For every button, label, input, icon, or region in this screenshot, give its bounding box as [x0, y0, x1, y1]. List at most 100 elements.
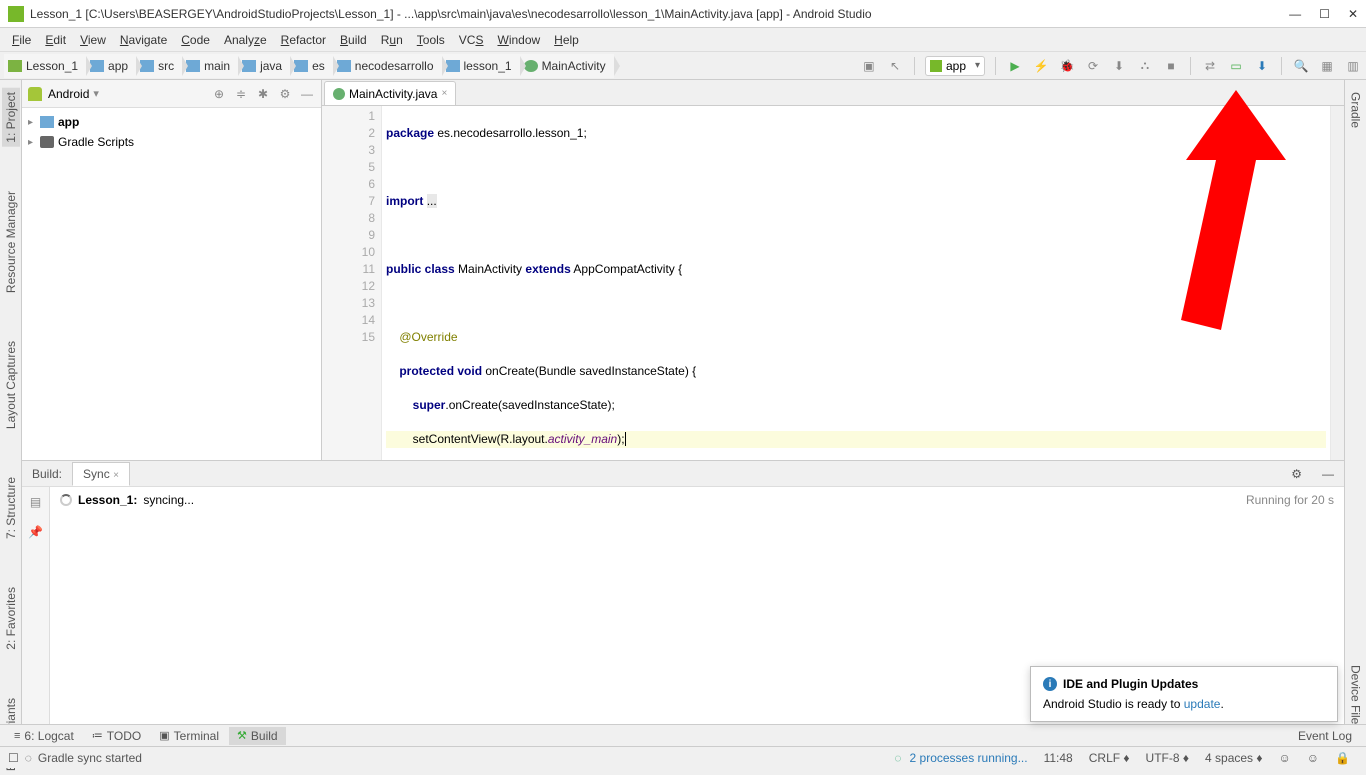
pin-icon[interactable]: 📌: [28, 525, 43, 539]
menu-analyze[interactable]: Analyze: [218, 31, 273, 49]
project-structure-icon[interactable]: ▥: [1344, 57, 1362, 75]
menu-help[interactable]: Help: [548, 31, 585, 49]
window-title: Lesson_1 [C:\Users\BEASERGEY\AndroidStud…: [30, 7, 1289, 21]
build-tab-sync[interactable]: Sync ×: [72, 462, 130, 486]
lock-icon[interactable]: 🔒: [1335, 751, 1350, 765]
close-tab-icon[interactable]: ×: [441, 88, 447, 99]
crumb-label: es: [312, 59, 325, 73]
editor-tab[interactable]: MainActivity.java ×: [324, 81, 456, 105]
tree-label: app: [58, 115, 79, 129]
coverage-icon[interactable]: ⛬: [1136, 57, 1154, 75]
hide-panel-icon[interactable]: —: [1312, 463, 1344, 485]
run-button[interactable]: ▶: [1006, 57, 1024, 75]
crumb-java[interactable]: java: [238, 54, 290, 78]
tab-layout-captures[interactable]: Layout Captures: [2, 337, 20, 433]
tab-project[interactable]: 1: Project: [2, 88, 20, 147]
tab-build[interactable]: ⚒Build: [229, 727, 286, 745]
menu-view[interactable]: View: [74, 31, 112, 49]
bottom-toolbar: ≡6: Logcat ≔TODO ▣Terminal ⚒Build Event …: [0, 724, 1366, 746]
gear-icon[interactable]: ⚙: [277, 86, 293, 102]
attach-debugger-icon[interactable]: ⬇: [1110, 57, 1128, 75]
tab-resource-manager[interactable]: Resource Manager: [2, 187, 20, 297]
crumb-label: main: [204, 59, 230, 73]
crumb-main[interactable]: main: [182, 54, 238, 78]
menu-run[interactable]: Run: [375, 31, 409, 49]
expand-icon[interactable]: ≑: [233, 86, 249, 102]
menu-window[interactable]: Window: [491, 31, 546, 49]
tab-favorites[interactable]: 2: Favorites: [2, 583, 20, 654]
sync-line[interactable]: Lesson_1: syncing...: [60, 493, 1334, 507]
tab-event-log[interactable]: Event Log: [1290, 727, 1360, 745]
stop-button[interactable]: ■: [1162, 57, 1180, 75]
tab-terminal[interactable]: ▣Terminal: [151, 727, 227, 745]
build-tab-label: Build:: [22, 463, 72, 485]
menu-vcs[interactable]: VCS: [453, 31, 490, 49]
tree-item-gradle[interactable]: ▸Gradle Scripts: [28, 132, 315, 152]
sdk-manager-icon[interactable]: ⬇: [1253, 57, 1271, 75]
sync-gradle-icon[interactable]: ⇄: [1201, 57, 1219, 75]
build-panel-tabs: Build: Sync × ⚙ —: [22, 461, 1344, 487]
minimize-button[interactable]: —: [1289, 7, 1301, 21]
crumb-pkg[interactable]: necodesarrollo: [333, 54, 442, 78]
gear-icon[interactable]: ⚙: [1281, 463, 1312, 485]
build-status: syncing...: [143, 493, 194, 507]
menu-build[interactable]: Build: [334, 31, 373, 49]
crumb-label: src: [158, 59, 174, 73]
tab-todo[interactable]: ≔TODO: [84, 727, 149, 745]
profile-icon[interactable]: ⟳: [1084, 57, 1102, 75]
crumb-src[interactable]: src: [136, 54, 182, 78]
caret-position[interactable]: 11:48: [1044, 751, 1073, 765]
runconfig-label: app: [946, 59, 966, 73]
menu-tools[interactable]: Tools: [411, 31, 451, 49]
layout-icon[interactable]: ▤: [30, 495, 41, 509]
processes-link[interactable]: 2 processes running...: [910, 751, 1028, 765]
scroll-target-icon[interactable]: ⊕: [211, 86, 227, 102]
search-icon[interactable]: 🔍: [1292, 57, 1310, 75]
menu-edit[interactable]: Edit: [39, 31, 72, 49]
apply-changes-icon[interactable]: ⚡: [1032, 57, 1050, 75]
project-view-selector[interactable]: Android: [48, 87, 89, 101]
spinner-icon: ◌: [894, 751, 901, 765]
indent[interactable]: 4 spaces ♦: [1205, 751, 1263, 765]
collapse-icon[interactable]: ✱: [255, 86, 271, 102]
running-time: Running for 20 s: [1246, 493, 1334, 507]
run-configuration[interactable]: app: [925, 56, 985, 76]
line-separator[interactable]: CRLF ♦: [1089, 751, 1130, 765]
settings-icon[interactable]: ▦: [1318, 57, 1336, 75]
crumb-label: Lesson_1: [26, 59, 78, 73]
encoding[interactable]: UTF-8 ♦: [1146, 751, 1189, 765]
editor-tabs: MainActivity.java ×: [322, 80, 1344, 106]
update-popup[interactable]: iIDE and Plugin Updates Android Studio i…: [1030, 666, 1338, 722]
menu-refactor[interactable]: Refactor: [275, 31, 332, 49]
crumb-file[interactable]: MainActivity: [520, 54, 614, 78]
memory-icon[interactable]: ☺: [1307, 751, 1319, 765]
maximize-button[interactable]: ☐: [1319, 7, 1330, 21]
menu-navigate[interactable]: Navigate: [114, 31, 173, 49]
crumb-root[interactable]: Lesson_1: [4, 54, 86, 78]
close-button[interactable]: ✕: [1348, 7, 1358, 21]
crumb-es[interactable]: es: [290, 54, 333, 78]
avd-manager-icon[interactable]: ▭: [1227, 57, 1245, 75]
menu-file[interactable]: File: [6, 31, 37, 49]
sync-icon[interactable]: ↖: [886, 57, 904, 75]
status-indicator-icon[interactable]: ☐: [8, 751, 19, 765]
tree-label: Gradle Scripts: [58, 135, 134, 149]
java-file-icon: [333, 88, 345, 100]
tab-logcat[interactable]: ≡6: Logcat: [6, 727, 82, 745]
menubar: File Edit View Navigate Code Analyze Ref…: [0, 28, 1366, 52]
crumb-lesson[interactable]: lesson_1: [442, 54, 520, 78]
hide-panel-icon[interactable]: —: [299, 86, 315, 102]
tree-item-app[interactable]: ▸app: [28, 112, 315, 132]
inspection-icon[interactable]: ☺: [1279, 751, 1291, 765]
chevron-down-icon[interactable]: ▾: [93, 87, 99, 100]
device-selector-icon[interactable]: ▣: [860, 57, 878, 75]
menu-code[interactable]: Code: [175, 31, 216, 49]
tab-gradle[interactable]: Gradle: [1347, 88, 1365, 132]
debug-button[interactable]: 🐞: [1058, 57, 1076, 75]
update-link[interactable]: update: [1184, 697, 1221, 711]
statusbar: ☐ ◌ Gradle sync started ◌ 2 processes ru…: [0, 746, 1366, 768]
tab-structure[interactable]: 7: Structure: [2, 473, 20, 543]
popup-body: Android Studio is ready to update.: [1043, 697, 1325, 711]
crumb-app[interactable]: app: [86, 54, 136, 78]
crumb-label: app: [108, 59, 128, 73]
